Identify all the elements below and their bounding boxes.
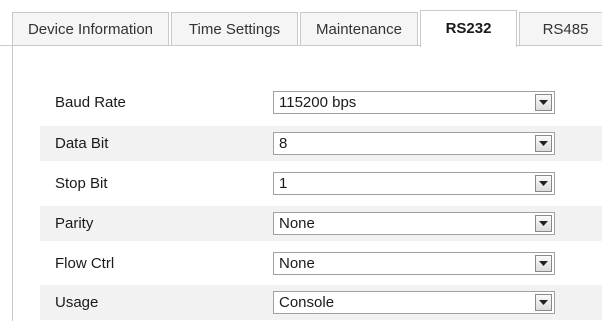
parity-label: Parity [55, 215, 94, 232]
baud-rate-select[interactable]: 115200 bps [273, 91, 555, 114]
tab-bar: Device Information Time Settings Mainten… [0, 0, 602, 47]
usage-label: Usage [55, 294, 99, 311]
tab-device-information[interactable]: Device Information [12, 12, 169, 45]
tab-maintenance[interactable]: Maintenance [300, 12, 418, 45]
tab-rs485[interactable]: RS485 [519, 12, 602, 45]
usage-value: Console [279, 294, 335, 311]
flow-ctrl-label: Flow Ctrl [55, 255, 115, 272]
chevron-down-icon[interactable] [535, 175, 552, 192]
form-row-stop-bit: Stop Bit 1 [40, 166, 602, 201]
data-bit-label: Data Bit [55, 135, 109, 152]
parity-select[interactable]: None [273, 212, 555, 235]
tab-rs232[interactable]: RS232 [420, 10, 517, 47]
chevron-down-icon[interactable] [535, 255, 552, 272]
form-row-baud-rate: Baud Rate 115200 bps [40, 85, 602, 120]
parity-value: None [279, 215, 315, 232]
chevron-down-icon[interactable] [535, 94, 552, 111]
form-row-data-bit: Data Bit 8 [40, 126, 602, 161]
form-row-parity: Parity None [40, 206, 602, 241]
chevron-down-icon[interactable] [535, 135, 552, 152]
flow-ctrl-value: None [279, 255, 315, 272]
panel-left-border [12, 45, 13, 321]
baud-rate-label: Baud Rate [55, 94, 126, 111]
tab-time-settings[interactable]: Time Settings [171, 12, 298, 45]
data-bit-select[interactable]: 8 [273, 132, 555, 155]
data-bit-value: 8 [279, 135, 288, 152]
form-row-usage: Usage Console [40, 285, 602, 320]
baud-rate-value: 115200 bps [279, 94, 357, 111]
chevron-down-icon[interactable] [535, 215, 552, 232]
chevron-down-icon[interactable] [535, 294, 552, 311]
usage-select[interactable]: Console [273, 291, 555, 314]
stop-bit-select[interactable]: 1 [273, 172, 555, 195]
flow-ctrl-select[interactable]: None [273, 252, 555, 275]
form-row-flow-ctrl: Flow Ctrl None [40, 246, 602, 281]
stop-bit-value: 1 [279, 175, 288, 192]
stop-bit-label: Stop Bit [55, 175, 108, 192]
